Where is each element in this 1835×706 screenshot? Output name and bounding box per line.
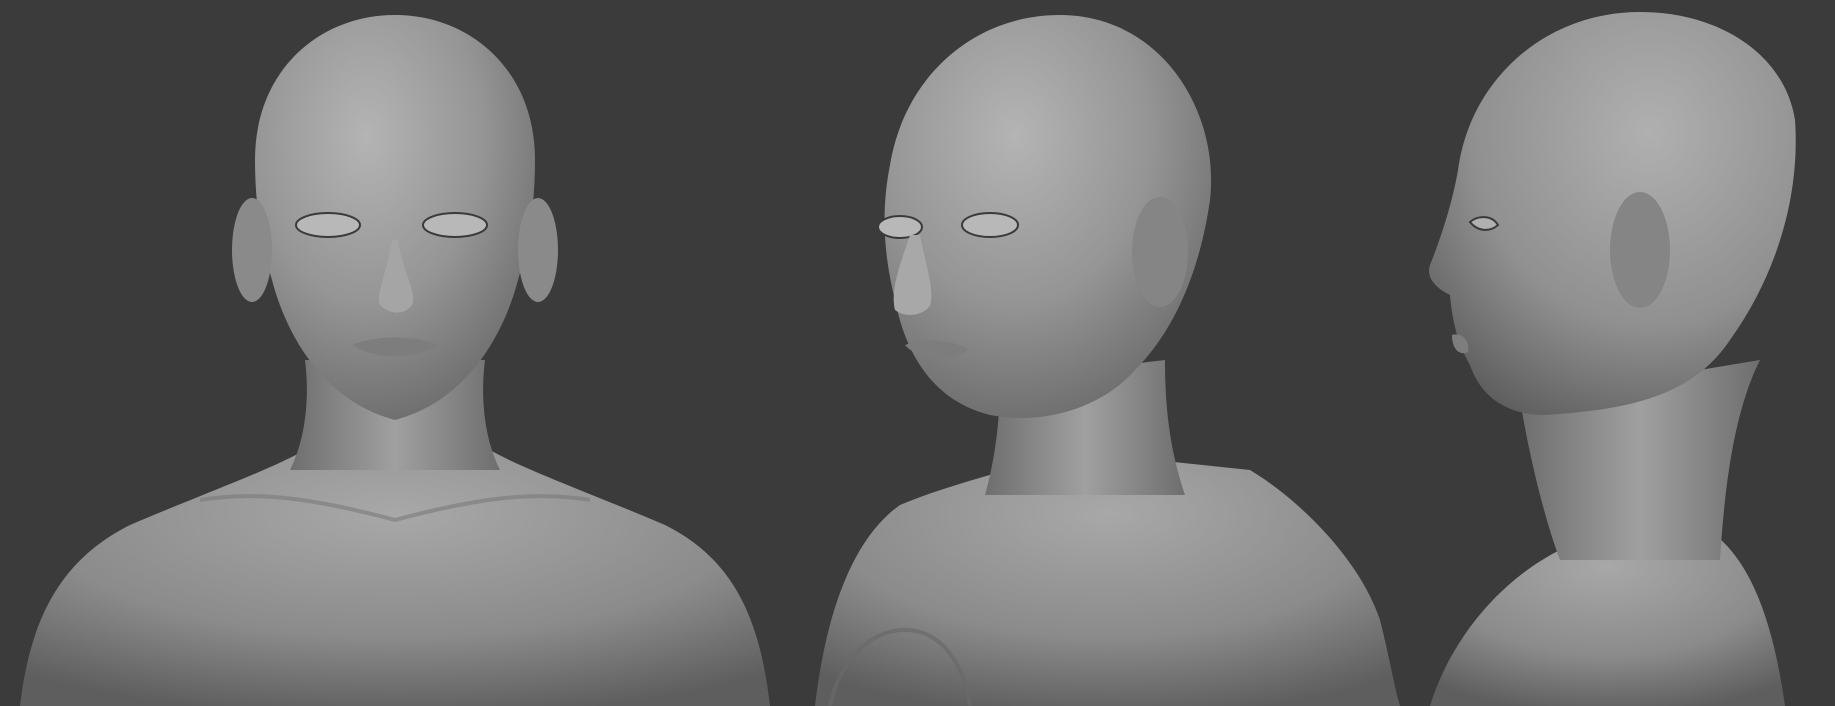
three-quarter-ear [1132,197,1188,307]
front-head [255,15,535,420]
front-right-eye [422,212,488,238]
three-quarter-view-figure [815,15,1400,706]
front-view-figure [20,15,770,706]
three-quarter-left-eye [877,215,923,239]
front-torso [20,450,770,706]
front-left-ear [232,198,272,302]
sculpt-render-viewport [0,0,1835,706]
sculpt-render [20,12,1796,706]
profile-head [1429,12,1796,415]
three-quarter-right-eye [961,212,1019,238]
front-left-eye [295,212,361,238]
profile-view-figure [1429,12,1796,706]
profile-ear [1610,192,1670,308]
front-right-ear [518,198,558,302]
